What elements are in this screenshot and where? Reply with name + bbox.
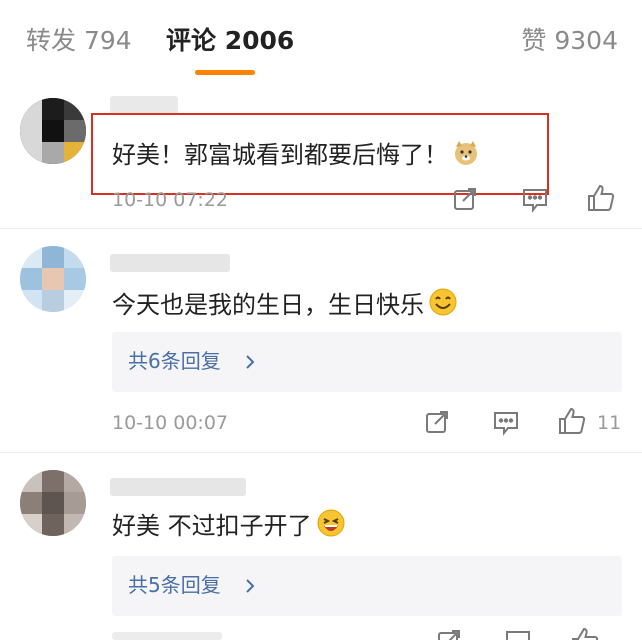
comment-time: 10-10 07:22 [112,189,229,211]
comment-text: 今天也是我的生日，生日快乐 [112,287,458,326]
replies-summary[interactable]: 共5条回复 [112,556,622,616]
divider [0,452,642,453]
laugh-emoji-icon [316,508,346,547]
like-icon[interactable] [557,406,587,440]
tab-comments[interactable]: 评论 2006 [166,24,294,58]
repost-icon[interactable] [452,186,478,216]
comment-icon[interactable] [504,628,532,640]
replies-summary[interactable]: 共6条回复 [112,332,622,392]
tab-comments-count: 2006 [224,26,295,55]
like-icon[interactable] [570,626,600,640]
username-blurred[interactable] [110,96,178,114]
replies-count-link[interactable]: 共6条回复 [128,346,221,376]
avatar[interactable] [20,98,86,164]
active-tab-indicator [195,70,255,75]
repost-icon[interactable] [436,628,462,640]
tab-repost[interactable]: 转发 794 [26,24,132,58]
comment-time: 10-10 00:07 [112,412,229,434]
avatar[interactable] [20,470,86,536]
replies-count-link[interactable]: 共5条回复 [128,570,221,600]
username-blurred[interactable] [110,478,246,496]
tab-likes[interactable]: 赞 9304 [521,24,618,58]
like-icon[interactable] [586,183,616,217]
highlight-annotation-box [91,113,549,195]
tab-comments-label: 评论 [166,26,217,55]
chevron-right-icon [244,578,256,598]
username-blurred[interactable] [110,254,230,272]
comment-text: 好美 不过扣子开了 [112,508,346,547]
divider [0,228,642,229]
chevron-right-icon [244,354,256,374]
comment-icon[interactable] [521,186,549,218]
smile-emoji-icon [428,287,458,326]
like-count: 11 [597,412,622,434]
comment-icon[interactable] [492,409,520,441]
avatar[interactable] [20,246,86,312]
repost-icon[interactable] [424,409,450,439]
comment-time-cutoff [112,632,222,640]
comment-tabs: 转发 794 评论 2006 赞 9304 [0,0,642,84]
